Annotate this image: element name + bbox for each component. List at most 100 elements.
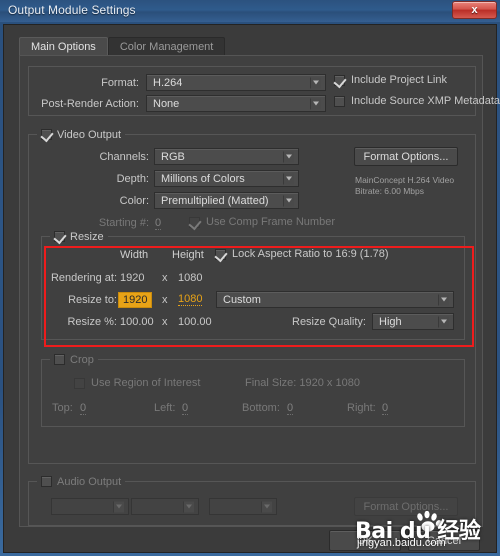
lock-aspect-ratio-checkbox[interactable]	[215, 248, 226, 260]
ok-button[interactable]: OK	[329, 530, 401, 551]
audio-output-label: Audio Output	[57, 475, 122, 488]
rendering-at-times: x	[162, 272, 168, 284]
chevron-down-icon	[438, 294, 449, 305]
resize-to-width-input[interactable]: 1920	[118, 292, 153, 308]
chevron-down-icon	[261, 501, 272, 512]
resize-col-height-header: Height	[172, 249, 204, 261]
rendering-at-label: Rendering at:	[50, 272, 117, 284]
video-format-options-button[interactable]: Format Options...	[354, 147, 458, 166]
crop-group: Crop Use Region of Interest Final Size: …	[41, 353, 465, 427]
format-value: H.264	[153, 76, 183, 89]
resize-percent-height: 100.00	[178, 316, 212, 328]
resize-percent-times: x	[162, 316, 168, 328]
color-dropdown[interactable]: Premultiplied (Matted)	[154, 192, 299, 209]
post-render-action-value: None	[153, 97, 180, 110]
resize-quality-value: High	[379, 315, 402, 328]
tab-main-options-label: Main Options	[31, 41, 96, 53]
tab-bar: Main Options Color Management	[19, 37, 226, 56]
lock-aspect-ratio-label: Lock Aspect Ratio to 16:9 (1.78)	[232, 248, 389, 260]
include-project-link-checkbox[interactable]	[334, 74, 345, 86]
video-output-checkbox[interactable]	[41, 129, 52, 140]
use-region-of-interest-label: Use Region of Interest	[91, 377, 201, 389]
format-label: Format:	[101, 77, 139, 89]
starting-number-value: 0	[155, 217, 162, 230]
crop-top-label: Top:	[52, 402, 73, 414]
chevron-down-icon	[310, 77, 321, 88]
audio-output-legend[interactable]: Audio Output	[37, 475, 126, 488]
tab-color-management-label: Color Management	[119, 41, 214, 53]
include-xmp-row[interactable]: Include Source XMP Metadata	[334, 95, 500, 107]
audio-format-options-button: Format Options...	[354, 497, 458, 516]
use-comp-frame-number-row: Use Comp Frame Number	[189, 216, 335, 228]
lock-aspect-ratio-row[interactable]: Lock Aspect Ratio to 16:9 (1.78)	[215, 248, 389, 260]
resize-preset-value: Custom	[223, 293, 261, 306]
codec-info-line1: MainConcept H.264 Video	[355, 175, 455, 185]
chevron-down-icon	[283, 151, 294, 162]
resize-to-times: x	[162, 294, 168, 306]
resize-to-label: Resize to:	[68, 294, 117, 306]
tab-color-management[interactable]: Color Management	[107, 37, 226, 56]
depth-dropdown[interactable]: Millions of Colors	[154, 170, 299, 187]
depth-label: Depth:	[116, 173, 149, 185]
crop-top-value: 0	[80, 402, 87, 415]
main-options-panel: Format: H.264 Post-Render Action: None I…	[19, 55, 500, 527]
audio-depth-dropdown	[131, 498, 199, 515]
crop-bottom-value: 0	[287, 402, 294, 415]
resize-preset-dropdown[interactable]: Custom	[216, 291, 454, 308]
depth-value: Millions of Colors	[161, 172, 245, 185]
include-project-link-label: Include Project Link	[351, 74, 447, 86]
channels-value: RGB	[161, 150, 185, 163]
crop-legend[interactable]: Crop	[50, 353, 98, 366]
title-bar: Output Module Settings x	[0, 0, 500, 22]
video-output-label: Video Output	[57, 128, 122, 141]
post-render-action-label: Post-Render Action:	[41, 98, 139, 110]
format-group: Format: H.264 Post-Render Action: None I…	[28, 66, 500, 116]
channels-label: Channels:	[99, 151, 149, 163]
chevron-down-icon	[283, 173, 294, 184]
crop-left-label: Left:	[154, 402, 176, 414]
final-size-label: Final Size: 1920 x 1080	[245, 377, 360, 389]
include-xmp-label: Include Source XMP Metadata	[351, 95, 500, 107]
rendering-at-height: 1080	[178, 272, 203, 284]
include-project-link-row[interactable]: Include Project Link	[334, 74, 447, 86]
codec-info-line2: Bitrate: 6.00 Mbps	[355, 186, 424, 196]
resize-quality-dropdown[interactable]: High	[372, 313, 454, 330]
chevron-down-icon	[283, 195, 294, 206]
window-title: Output Module Settings	[8, 3, 136, 17]
chevron-down-icon	[183, 501, 194, 512]
color-value: Premultiplied (Matted)	[161, 194, 269, 207]
audio-output-checkbox[interactable]	[41, 476, 52, 487]
video-output-legend[interactable]: Video Output	[37, 128, 126, 141]
starting-number-label: Starting #:	[98, 217, 149, 229]
post-render-action-dropdown[interactable]: None	[146, 95, 326, 112]
rendering-at-width: 1920	[120, 272, 145, 284]
crop-left-value: 0	[182, 402, 189, 415]
resize-checkbox[interactable]	[54, 231, 65, 242]
audio-rate-dropdown	[51, 498, 129, 515]
resize-to-height-input[interactable]: 1080	[178, 293, 203, 306]
close-icon: x	[471, 4, 478, 16]
tab-main-options[interactable]: Main Options	[19, 37, 108, 56]
format-dropdown[interactable]: H.264	[146, 74, 326, 91]
audio-channels-dropdown	[209, 498, 277, 515]
audio-format-options-label: Format Options...	[363, 500, 449, 513]
audio-output-group: Audio Output Format Options...	[28, 475, 476, 526]
chevron-down-icon	[438, 316, 449, 327]
crop-right-label: Right:	[347, 402, 376, 414]
chevron-down-icon	[113, 501, 124, 512]
resize-percent-label: Resize %:	[67, 316, 117, 328]
chevron-down-icon	[310, 98, 321, 109]
crop-checkbox[interactable]	[54, 354, 65, 365]
resize-percent-width: 100.00	[120, 316, 154, 328]
include-xmp-checkbox[interactable]	[334, 95, 345, 107]
close-button[interactable]: x	[452, 1, 497, 19]
use-region-of-interest-row: Use Region of Interest	[74, 377, 200, 389]
cancel-button[interactable]: Cancel	[408, 530, 480, 551]
video-format-options-label: Format Options...	[363, 150, 449, 163]
video-output-group: Video Output Channels: RGB Depth: Millio…	[28, 128, 476, 464]
resize-legend[interactable]: Resize	[50, 230, 108, 243]
crop-right-value: 0	[382, 402, 389, 415]
channels-dropdown[interactable]: RGB	[154, 148, 299, 165]
ok-button-label: OK	[357, 534, 373, 547]
dialog-body: Main Options Color Management Format: H.…	[3, 24, 500, 553]
